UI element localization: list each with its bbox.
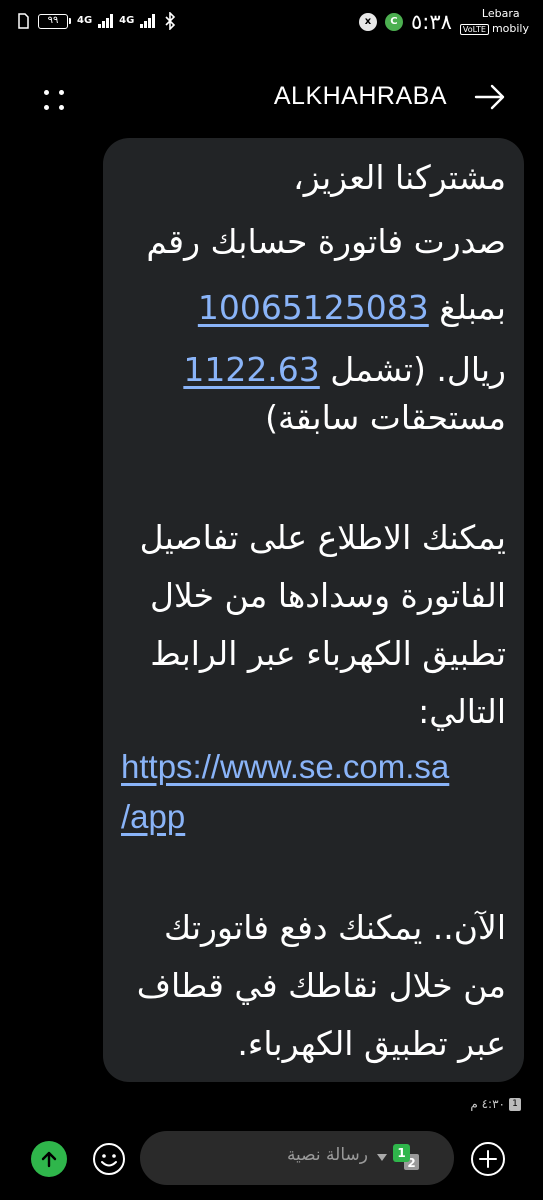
message-line: الآن.. يمكنك دفع فاتورتك — [164, 908, 506, 947]
account-number-link[interactable]: 10065125083 — [198, 288, 429, 327]
back-arrow-icon[interactable] — [473, 82, 507, 112]
smiley-icon — [93, 1143, 125, 1175]
message-line: مستحقات سابقة) — [265, 398, 506, 437]
carrier-2: mobily — [491, 22, 529, 35]
sim-selector[interactable]: 2 1 — [393, 1144, 423, 1174]
sim-card-icon — [14, 12, 32, 30]
signal-bars-1-icon — [98, 14, 114, 28]
arrow-up-icon — [41, 1151, 57, 1168]
signal-bars-2-icon — [140, 14, 156, 28]
url-link-continued[interactable]: /app — [121, 798, 185, 836]
carrier-info: Lebara VoLTE mobily — [459, 6, 529, 37]
c-app-icon: C — [384, 12, 403, 31]
plus-circle-icon — [471, 1142, 505, 1176]
message-line: صدرت فاتورة حسابك رقم — [146, 222, 506, 261]
timestamp-text: ٤:٣٠ م — [470, 1097, 505, 1111]
message-line: تطبيق الكهرباء عبر الرابط — [150, 634, 506, 673]
message-line: الفاتورة وسدادها من خلال — [150, 576, 506, 615]
message-bubble[interactable]: مشتركنا العزيز، صدرت فاتورة حسابك رقم بم… — [103, 138, 524, 1082]
network-type-2: 4G — [119, 15, 135, 26]
status-bar: ٩٩ 4G 4G x C ٥:٣٨ Lebara VoLTE mobily — [0, 0, 543, 58]
conversation-title: ALKHAHRABA — [273, 82, 447, 110]
battery-level: ٩٩ — [38, 13, 68, 29]
conversation-header: ALKHAHRABA — [0, 70, 543, 126]
sim-1-badge: 1 — [393, 1144, 410, 1162]
message-line: من خلال نقاطك في قطاف — [136, 966, 506, 1005]
message-input[interactable]: 2 1 رسالة نصية — [140, 1131, 454, 1185]
more-options-icon[interactable] — [42, 88, 66, 112]
message-text: ريال. (تشمل — [330, 350, 506, 389]
x-app-icon: x — [358, 12, 377, 31]
message-line-account: بمبلغ 10065125083 — [119, 278, 506, 338]
bluetooth-icon — [161, 12, 179, 30]
send-button[interactable] — [31, 1141, 67, 1177]
url-link[interactable]: https://www.se.com.sa — [121, 748, 449, 786]
status-left: ٩٩ 4G 4G — [14, 12, 179, 30]
network-type-1: 4G — [77, 15, 93, 26]
add-attachment-button[interactable] — [469, 1140, 507, 1178]
message-input-placeholder: رسالة نصية — [286, 1145, 368, 1165]
emoji-button[interactable] — [91, 1141, 127, 1177]
message-line: عبر تطبيق الكهرباء. — [237, 1024, 506, 1063]
battery-icon: ٩٩ — [38, 13, 71, 29]
message-timestamp: ٤:٣٠ م 1 — [470, 1097, 521, 1111]
status-right: x C ٥:٣٨ Lebara VoLTE mobily — [358, 6, 529, 37]
sim-badge: 1 — [509, 1097, 521, 1111]
message-line: يمكنك الاطلاع على تفاصيل — [139, 518, 506, 557]
carrier-1: Lebara — [481, 7, 520, 20]
message-line: مشتركنا العزيز، — [293, 158, 506, 197]
volte-badge: VoLTE — [459, 24, 489, 35]
amount-link[interactable]: 1122.63 — [183, 350, 319, 389]
clock: ٥:٣٨ — [410, 9, 452, 34]
message-text: بمبلغ — [439, 288, 506, 327]
sim-dropdown-icon[interactable] — [377, 1154, 387, 1161]
message-line: التالي: — [418, 692, 506, 731]
